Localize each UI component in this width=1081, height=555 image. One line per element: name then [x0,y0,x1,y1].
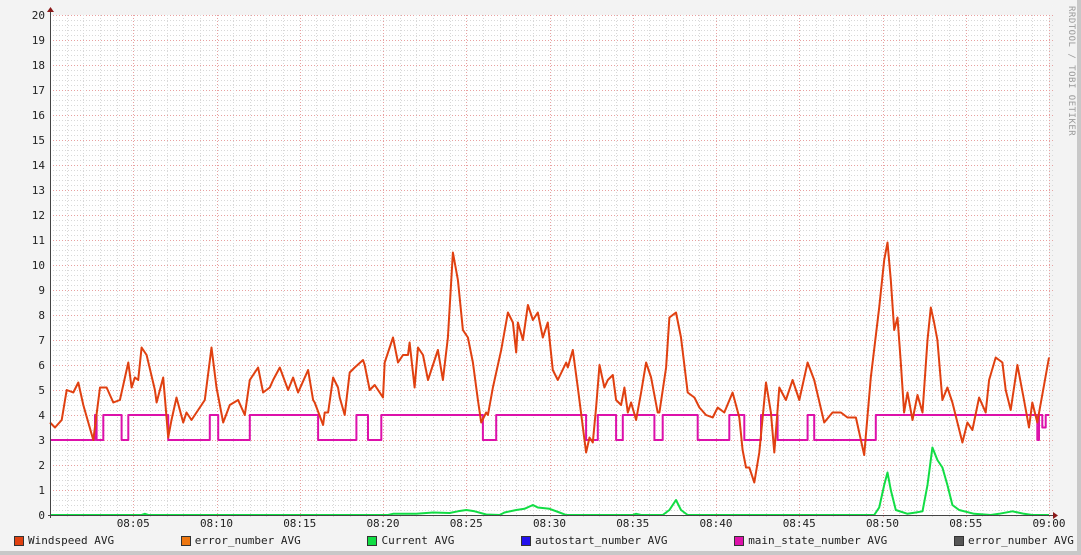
x-tick-label: 08:40 [699,517,732,530]
watermark: RRDTOOL / TOBI OETIKER [1066,6,1076,137]
legend-item: autostart_number AVG [521,534,667,547]
legend-label: autostart_number AVG [535,534,668,547]
x-tick-label: 08:15 [283,517,316,530]
y-tick-label: 0 [38,509,45,522]
legend-label: Current AVG [381,534,455,547]
y-tick-label: 12 [32,209,45,222]
y-tick-labels: 01234567891011121314151617181920 [32,9,46,522]
legend-item: Windspeed AVG [14,534,114,547]
y-tick-label: 15 [32,134,45,147]
legend-swatch-icon [953,535,964,546]
legend-swatch-icon [180,535,191,546]
legend-swatch-icon [734,535,745,546]
x-tick-label: 08:05 [117,517,150,530]
x-tick-label: 08:30 [533,517,566,530]
y-tick-label: 9 [38,284,45,297]
legend: Windspeed AVG error_number AVG Current AVG… [14,534,1074,547]
legend-item: error_number AVG [180,534,301,547]
x-tick-label: 08:50 [866,517,899,530]
x-tick-label: 08:25 [450,517,483,530]
y-tick-label: 18 [32,59,45,72]
y-tick-label: 6 [38,359,45,372]
legend-swatch-icon [367,535,378,546]
legend-label: Windspeed AVG [28,534,115,547]
legend-item: Current AVG [367,534,454,547]
x-tick-label: 08:45 [783,517,816,530]
y-axis-arrow-icon [47,7,54,12]
x-tick-label: 09:00 [1032,517,1065,530]
legend-item: error_number AVG [953,534,1074,547]
x-tick-label: 08:10 [200,517,233,530]
x-tick-label: 08:35 [616,517,649,530]
legend-label: main_state_number AVG [748,534,888,547]
x-tick-label: 08:20 [366,517,399,530]
legend-swatch-icon [521,535,532,546]
y-tick-label: 5 [38,384,45,397]
y-tick-label: 11 [32,234,45,247]
y-tick-label: 1 [38,484,45,497]
y-tick-label: 14 [32,159,46,172]
legend-swatch-icon [14,535,24,546]
y-tick-label: 7 [38,334,45,347]
y-tick-label: 10 [32,259,45,272]
y-tick-label: 20 [32,9,45,22]
rrd-chart: 01234567891011121314151617181920 08:05 08… [32,7,1066,530]
y-tick-label: 4 [38,409,45,422]
y-tick-label: 2 [38,459,45,472]
x-tick-labels: 08:05 08:10 08:15 08:20 08:25 08:30 08:35 08:40… [117,517,1066,530]
y-tick-label: 13 [32,184,45,197]
legend-label: error_number AVG [967,534,1074,547]
y-tick-label: 19 [32,34,45,47]
y-tick-label: 3 [38,434,45,447]
y-tick-label: 8 [38,309,45,322]
y-tick-label: 16 [32,109,45,122]
y-tick-label: 17 [32,84,45,97]
legend-label: error_number AVG [194,534,301,547]
legend-item: main_state_number AVG [734,534,887,547]
x-tick-label: 08:55 [949,517,982,530]
